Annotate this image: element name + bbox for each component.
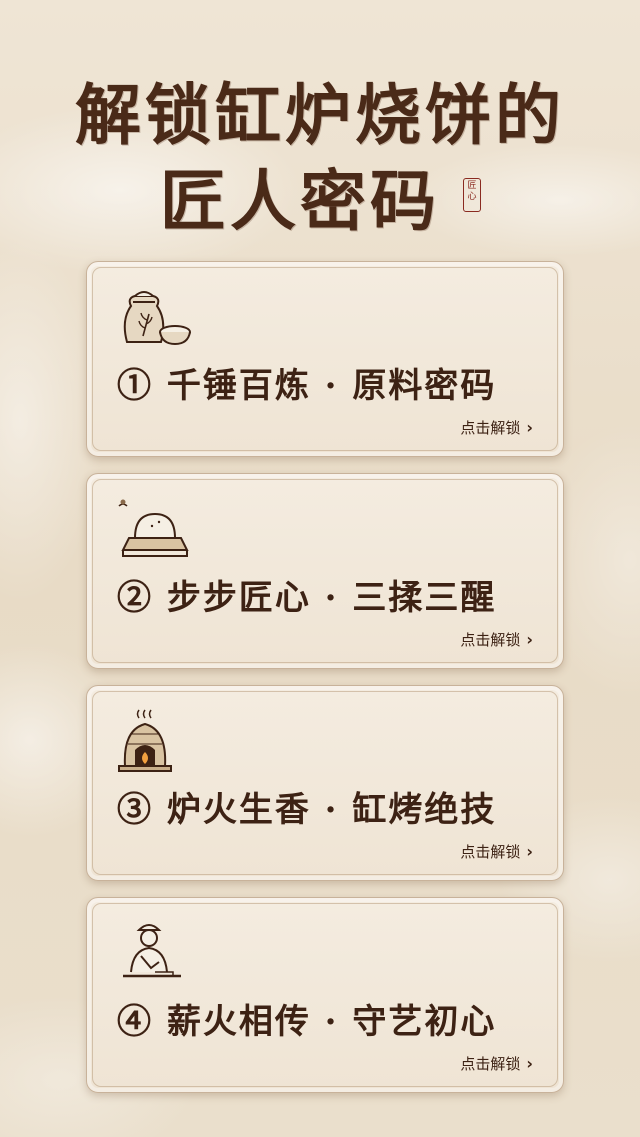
dough-board-icon (118, 499, 189, 557)
card-label: ③ 炉火生香 · 缸烤绝技 (117, 790, 497, 830)
unlock-link[interactable]: 点击解锁 › (460, 841, 533, 862)
card-label: ① 千锤百炼 · 原料密码 (117, 366, 497, 406)
unlock-link-text: 点击解锁 (460, 419, 521, 437)
unlock-link[interactable]: 点击解锁 › (460, 417, 533, 438)
seal-stamp-icon: 匠心 (463, 178, 481, 212)
chevron-right-icon: › (526, 842, 533, 861)
chevron-right-icon: › (526, 418, 533, 437)
chevron-right-icon: › (526, 1054, 533, 1073)
clay-oven-icon (118, 709, 172, 772)
flour-sack-icon (123, 291, 191, 346)
unlock-link[interactable]: 点击解锁 › (460, 629, 533, 650)
unlock-card-oven[interactable]: ③ 炉火生香 · 缸烤绝技 点击解锁 › (86, 685, 564, 881)
card-label: ④ 薪火相传 · 守艺初心 (117, 1002, 497, 1042)
unlock-link-text: 点击解锁 (460, 843, 521, 861)
unlock-card-ingredients[interactable]: ① 千锤百炼 · 原料密码 点击解锁 › (86, 261, 564, 457)
unlock-card-kneading[interactable]: ② 步步匠心 · 三揉三醒 点击解锁 › (86, 473, 564, 669)
unlock-link-text: 点击解锁 (460, 631, 521, 649)
page-title-line1: 解锁缸炉烧饼的 (75, 76, 565, 154)
page-title-line2: 匠人密码 (160, 162, 440, 240)
unlock-card-heritage[interactable]: ④ 薪火相传 · 守艺初心 点击解锁 › (86, 897, 564, 1093)
unlock-link[interactable]: 点击解锁 › (460, 1053, 533, 1074)
baker-craftsman-icon (123, 924, 181, 978)
chevron-right-icon: › (526, 630, 533, 649)
card-label: ② 步步匠心 · 三揉三醒 (117, 578, 497, 618)
unlock-link-text: 点击解锁 (460, 1055, 521, 1073)
